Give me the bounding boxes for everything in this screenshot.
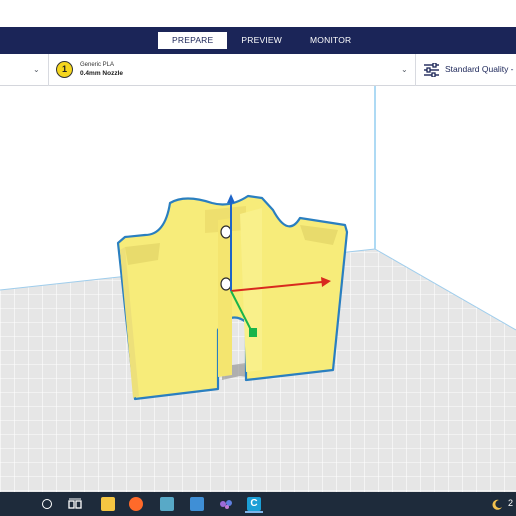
toolbar-divider (415, 54, 416, 86)
material-label[interactable]: Generic PLA (80, 62, 114, 68)
stage-tabs: PREPARE PREVIEW MONITOR (158, 32, 365, 49)
print-quality-label[interactable]: Standard Quality - 0 (445, 64, 516, 74)
print-setup-toolbar: ⌄ 1 Generic PLA 0.4mm Nozzle ⌄ Standard … (0, 54, 516, 86)
clock-text: 2 (508, 498, 514, 508)
printer-chevron-down-icon[interactable]: ⌄ (33, 54, 40, 86)
search-icon[interactable] (38, 495, 56, 513)
cura-icon[interactable]: C (245, 495, 263, 513)
3d-viewport[interactable] (0, 86, 516, 492)
tab-prepare[interactable]: PREPARE (158, 32, 228, 49)
tab-preview[interactable]: PREVIEW (227, 32, 296, 49)
extruder-badge[interactable]: 1 (56, 61, 73, 78)
os-taskbar: C 2 (0, 492, 516, 516)
file-explorer-icon[interactable] (99, 495, 117, 513)
app-header: PREPARE PREVIEW MONITOR (0, 27, 516, 54)
app-icon[interactable] (217, 495, 235, 513)
window-top-strip (0, 0, 516, 27)
tab-monitor[interactable]: MONITOR (296, 32, 365, 49)
active-app-indicator (245, 511, 263, 513)
toolbar-divider (48, 54, 49, 86)
scene (0, 86, 516, 492)
night-light-icon[interactable] (488, 495, 506, 513)
nozzle-label[interactable]: 0.4mm Nozzle (80, 70, 123, 77)
z-axis-handle (249, 328, 257, 337)
notes-app-icon[interactable] (158, 495, 176, 513)
task-view-icon[interactable] (66, 495, 84, 513)
material-chevron-down-icon[interactable]: ⌄ (401, 54, 408, 86)
calculator-icon[interactable] (188, 495, 206, 513)
print-settings-icon[interactable] (424, 63, 439, 77)
y-axis-arrow (227, 194, 235, 203)
firefox-icon[interactable] (127, 495, 145, 513)
